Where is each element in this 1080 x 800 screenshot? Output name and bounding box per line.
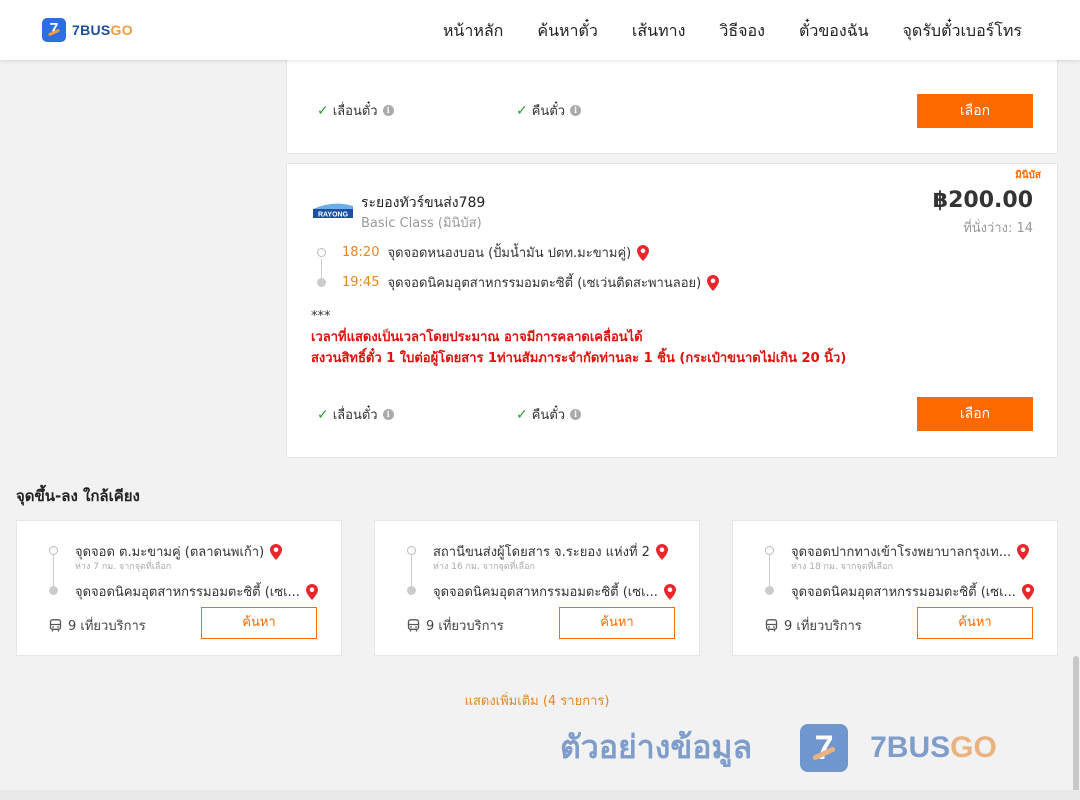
- reschedule-label: เลื่อนตั๋ว: [332, 104, 378, 119]
- check-icon: ✓: [516, 406, 528, 423]
- reschedule-feature: ✓ เลื่อนตั๋ว i: [317, 404, 394, 425]
- nearby-destination: จุดจอดนิคมอุตสาหกรรมอมตะซิตี้ (เซเ...: [791, 581, 1034, 602]
- nearby-card: จุดจอด ต.มะขามคู่ (ตลาดนพเก้า) ห่าง 7 กม…: [16, 520, 342, 656]
- map-pin-icon[interactable]: [270, 543, 283, 560]
- origin-dot: [407, 546, 416, 555]
- logo-badge-icon: 7: [42, 18, 66, 42]
- check-icon: ✓: [516, 102, 528, 119]
- nearby-distance: ห่าง 7 กม. จากจุดที่เลือก: [75, 562, 172, 572]
- scrollbar-thumb[interactable]: [1073, 656, 1079, 800]
- nearby-trips: 9 เที่ยวบริการ: [765, 615, 862, 636]
- destination-dot: [49, 586, 58, 595]
- map-pin-icon[interactable]: [637, 244, 650, 261]
- nearby-trips: 9 เที่ยวบริการ: [407, 615, 504, 636]
- destination-dot: [407, 586, 416, 595]
- nearby-search-button[interactable]: ค้นหา: [201, 607, 317, 639]
- nearby-destination-name: จุดจอดนิคมอุตสาหกรรมอมตะซิตี้ (เซเ...: [75, 585, 300, 600]
- watermark-brand: 7BUSGO: [870, 730, 997, 764]
- nav-search-ticket[interactable]: ค้นหาตั๋ว: [537, 19, 598, 44]
- trip-card: มินิบัส RAYONG ระยองทัวร์ขนส่ง789 Basic …: [286, 163, 1058, 458]
- info-icon[interactable]: i: [570, 105, 582, 116]
- refund-feature: ✓ คืนตั๋ว i: [516, 100, 582, 121]
- bus-icon: [49, 619, 62, 632]
- destination-dot: [765, 586, 774, 595]
- reschedule-label: เลื่อนตั๋ว: [332, 408, 378, 423]
- check-icon: ✓: [317, 102, 329, 119]
- top-header: 7 7BUSGO หน้าหลัก ค้นหาตั๋ว เส้นทาง วิธี…: [0, 0, 1080, 60]
- bus-icon: [407, 619, 420, 632]
- company-name: ระยองทัวร์ขนส่ง789: [361, 195, 486, 211]
- bus-class: Basic Class (มินิบัส): [361, 216, 482, 231]
- check-icon: ✓: [317, 406, 329, 423]
- refund-feature: ✓ คืนตั๋ว i: [516, 404, 582, 425]
- nearby-trips-count: 9 เที่ยวบริการ: [784, 619, 862, 634]
- nearby-card: จุดจอดปากทางเข้าโรงพยาบาลกรุงเท... ห่าง …: [732, 520, 1058, 656]
- nav-how-to-book[interactable]: วิธีจอง: [719, 19, 765, 44]
- vehicle-type-tag: มินิบัส: [1015, 170, 1041, 181]
- nav-ticket-pickup[interactable]: จุดรับตั๋วเบอร์โทร: [903, 19, 1022, 44]
- nearby-destination: จุดจอดนิคมอุตสาหกรรมอมตะซิตี้ (เซเ...: [433, 581, 676, 602]
- note-stars: ***: [311, 309, 331, 324]
- available-seats: ที่นั่งว่าง: 14: [963, 221, 1033, 236]
- nav-routes[interactable]: เส้นทาง: [632, 19, 686, 44]
- origin-dot: [49, 546, 58, 555]
- sample-data-watermark: ตัวอย่างข้อมูล 7 7BUSGO: [560, 722, 997, 773]
- reschedule-feature: ✓ เลื่อนตั๋ว i: [317, 100, 394, 121]
- watermark-logo-icon: 7: [800, 723, 849, 772]
- nearby-section-title: จุดขึ้น-ลง ใกล้เคียง: [16, 487, 140, 505]
- map-pin-icon[interactable]: [663, 583, 676, 600]
- nav-my-tickets[interactable]: ตั๋วของฉัน: [799, 19, 869, 44]
- arrival-dot: [317, 278, 326, 287]
- map-pin-icon[interactable]: [655, 543, 668, 560]
- nearby-distance: ห่าง 18 กม. จากจุดที่เลือก: [791, 562, 893, 572]
- nearby-destination-name: จุดจอดนิคมอุตสาหกรรมอมตะซิตี้ (เซเ...: [791, 585, 1016, 600]
- origin-dot: [765, 546, 774, 555]
- nav-home[interactable]: หน้าหลัก: [443, 19, 504, 44]
- logo-text: 7BUSGO: [72, 22, 133, 38]
- select-button[interactable]: เลือก: [917, 397, 1033, 431]
- nearby-trips-count: 9 เที่ยวบริการ: [426, 619, 504, 634]
- map-pin-icon[interactable]: [707, 274, 720, 291]
- nearby-destination: จุดจอดนิคมอุตสาหกรรมอมตะซิตี้ (เซเ...: [75, 581, 318, 602]
- nearby-search-button[interactable]: ค้นหา: [559, 607, 675, 639]
- departure-dot: [317, 248, 326, 257]
- watermark-text: ตัวอย่างข้อมูล: [560, 728, 753, 766]
- departure-time: 18:20: [342, 245, 380, 260]
- trip-note: *** เวลาที่แสดงเป็นเวลาโดยประมาณ อาจมีกา…: [311, 306, 846, 369]
- nearby-trips-count: 9 เที่ยวบริการ: [68, 619, 146, 634]
- departure-stop-name: จุดจอดหนองบอน (ปั้มน้ำมัน ปตท.มะขามคู่): [387, 246, 632, 261]
- info-icon[interactable]: i: [382, 409, 394, 420]
- arrival-stop-name: จุดจอดนิคมอุตสาหกรรมอมตะซิตี้ (เซเว่นติด…: [387, 276, 702, 291]
- refund-label: คืนตั๋ว: [531, 104, 566, 119]
- footer-edge: [0, 790, 1080, 800]
- trip-card-previous: ✓ เลื่อนตั๋ว i ✓ คืนตั๋ว i เลือก: [286, 55, 1058, 154]
- info-icon[interactable]: i: [570, 409, 582, 420]
- company-logo: RAYONG: [313, 203, 353, 219]
- nearby-destination-name: จุดจอดนิคมอุตสาหกรรมอมตะซิตี้ (เซเ...: [433, 585, 658, 600]
- nearby-distance: ห่าง 16 กม. จากจุดที่เลือก: [433, 562, 535, 572]
- map-pin-icon[interactable]: [1017, 543, 1030, 560]
- refund-label: คืนตั๋ว: [531, 408, 566, 423]
- nearby-trips: 9 เที่ยวบริการ: [49, 615, 146, 636]
- arrival-stop: 19:45 จุดจอดนิคมอุตสาหกรรมอมตะซิตี้ (เซเ…: [317, 272, 720, 293]
- nearby-search-button[interactable]: ค้นหา: [917, 607, 1033, 639]
- note-time-warning: เวลาที่แสดงเป็นเวลาโดยประมาณ อาจมีการคลา…: [311, 330, 643, 345]
- nearby-card: สถานีขนส่งผู้โดยสาร จ.ระยอง แห่งที่ 2 ห่…: [374, 520, 700, 656]
- departure-stop: 18:20 จุดจอดหนองบอน (ปั้มน้ำมัน ปตท.มะขา…: [317, 242, 650, 263]
- info-icon[interactable]: i: [382, 105, 394, 116]
- select-button[interactable]: เลือก: [917, 94, 1033, 128]
- ticket-price: ฿200.00: [932, 188, 1033, 213]
- main-nav: หน้าหลัก ค้นหาตั๋ว เส้นทาง วิธีจอง ตั๋วข…: [443, 19, 1022, 44]
- svg-text:RAYONG: RAYONG: [318, 212, 349, 219]
- arrival-time: 19:45: [342, 275, 380, 290]
- map-pin-icon[interactable]: [1021, 583, 1034, 600]
- show-more-link[interactable]: แสดงเพิ่มเติม (4 รายการ): [0, 690, 1074, 711]
- map-pin-icon[interactable]: [305, 583, 318, 600]
- bus-icon: [765, 619, 778, 632]
- page-scrollbar[interactable]: [1072, 60, 1080, 800]
- site-logo[interactable]: 7 7BUSGO: [42, 18, 133, 42]
- note-baggage-policy: สงวนสิทธิ์ตั๋ว 1 ใบต่อผู้โดยสาร 1ท่านสัม…: [311, 351, 847, 366]
